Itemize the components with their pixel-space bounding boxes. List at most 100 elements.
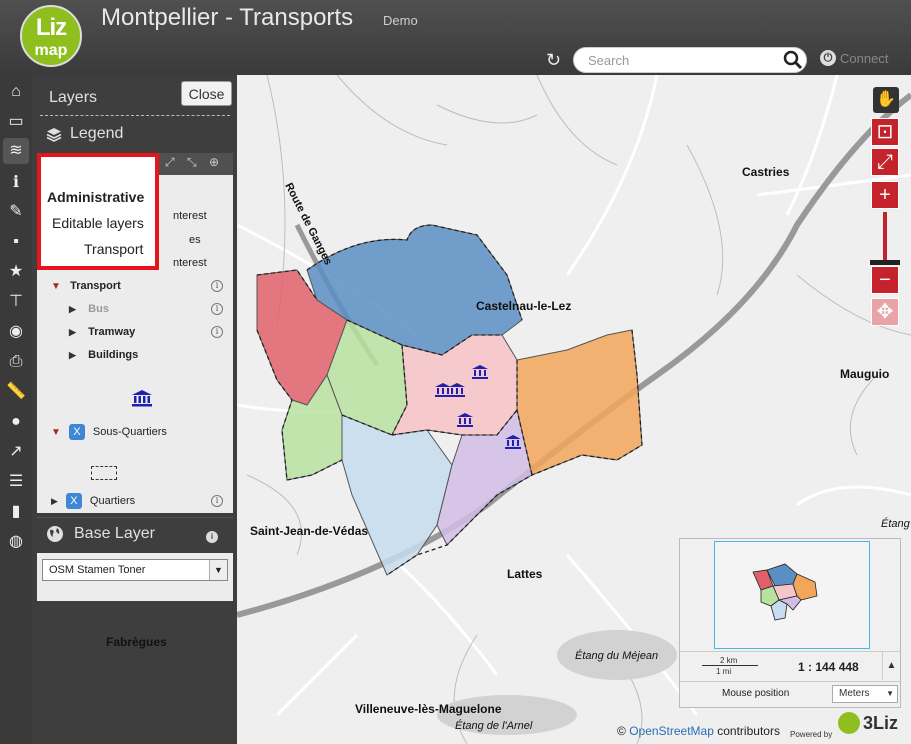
measure-icon[interactable]: 📏	[3, 379, 29, 405]
scale-km: 2 km	[720, 656, 738, 665]
map-label-villeneuve: Villeneuve-lès-Maguelone	[355, 702, 502, 716]
tree-item-partial: nterest	[173, 257, 207, 269]
layer-checkbox[interactable]: X	[68, 424, 85, 440]
zoom-layer-icon[interactable]: ⊕	[209, 155, 219, 169]
tree-label: Sous-Quartiers	[92, 426, 167, 438]
home-icon[interactable]: ⌂	[3, 79, 29, 105]
brand-icon	[838, 712, 860, 734]
caret-right-icon[interactable]: ▶	[51, 496, 58, 507]
caret-right-icon[interactable]: ▶	[69, 304, 76, 314]
tree-group-sous-quartiers[interactable]: ▼ X Sous-Quartiers	[51, 424, 167, 440]
scale-line: 2 km 1 mi 1 : 144 448 ▲	[680, 651, 900, 680]
mouse-position-row: Mouse position Meters ▼	[680, 681, 900, 707]
map-label-etang: Étang	[881, 518, 910, 530]
map-label-lattes: Lattes	[507, 567, 543, 581]
zoom-in-icon[interactable]: +	[871, 181, 899, 209]
globe-icon	[47, 526, 63, 542]
connect-link[interactable]: ⏻ Connect	[820, 50, 888, 66]
building-legend-icon	[132, 390, 152, 407]
base-layer-select[interactable]: OSM Stamen Toner ▼	[42, 559, 228, 581]
close-button[interactable]: Close	[181, 81, 232, 106]
lizmap-logo[interactable]: Liz map	[20, 5, 82, 67]
map-label-castries: Castries	[742, 165, 790, 179]
layers-icon[interactable]: ≋	[3, 138, 29, 164]
dashed-legend-symbol	[91, 466, 117, 480]
star-icon[interactable]: ★	[3, 259, 29, 285]
brand-logo[interactable]: 3Liz	[838, 712, 898, 734]
map-label-etang-mejean: Étang du Méjean	[575, 650, 659, 662]
print-icon[interactable]: ⎙	[3, 349, 29, 375]
caret-right-icon[interactable]: ▶	[69, 350, 76, 360]
scale-bar: 2 km 1 mi	[702, 656, 758, 676]
dropdown-item-transport[interactable]: Transport	[84, 241, 143, 257]
tree-item-tramway[interactable]: ▶ Tramway	[69, 326, 135, 338]
divider	[40, 115, 230, 116]
connect-label: Connect	[840, 50, 889, 66]
caret-right-icon[interactable]: ▶	[69, 327, 76, 337]
zoom-box-icon[interactable]: ⊡	[871, 118, 899, 146]
tree-item-buildings[interactable]: ▶ Buildings	[69, 349, 138, 361]
map-label-etang-arnel: Étang de l'Arnel	[455, 720, 533, 732]
edit-icon[interactable]: ✎	[3, 199, 29, 225]
base-layer-label: Base Layer	[74, 525, 155, 542]
collapse-icon[interactable]: ⤡	[187, 155, 197, 170]
target-icon[interactable]: ◉	[3, 319, 29, 345]
zoom-slider-track[interactable]	[883, 212, 887, 264]
list-icon[interactable]: ☰	[3, 469, 29, 495]
search-box[interactable]	[573, 47, 807, 73]
chart-icon[interactable]: ▮	[3, 499, 29, 525]
signpost-icon[interactable]: ⊤	[3, 289, 29, 315]
overview-map[interactable]	[714, 541, 870, 649]
map-label-castelnau: Castelnau-le-Lez	[476, 299, 572, 313]
refresh-icon[interactable]: ↻	[546, 50, 561, 71]
dropdown-menu: Administrative Editable layers Transport	[42, 179, 154, 263]
comment-icon[interactable]: ▪	[3, 229, 29, 255]
osm-link[interactable]: OpenStreetMap	[629, 724, 714, 738]
pan-icon[interactable]: ✋	[873, 87, 899, 113]
caret-down-icon[interactable]: ▼	[51, 427, 61, 438]
folder-icon[interactable]: ▭	[3, 109, 29, 135]
info-icon[interactable]: i	[206, 531, 218, 543]
tree-label: Bus	[88, 303, 109, 315]
tree-group-transport[interactable]: ▼ Transport	[51, 280, 121, 292]
caret-down-icon[interactable]: ▼	[51, 281, 61, 292]
zoom-extent-icon[interactable]: ⤢	[871, 148, 899, 176]
geolocate-icon[interactable]: ✥	[871, 298, 899, 326]
page-subtitle: Demo	[383, 13, 418, 28]
info-icon[interactable]: i	[3, 169, 29, 195]
base-layer-value: OSM Stamen Toner	[49, 564, 146, 576]
expand-icon[interactable]: ⤢	[165, 155, 175, 170]
tree-label: Tramway	[88, 326, 136, 338]
scale-ratio: 1 : 144 448	[798, 660, 859, 674]
chevron-down-icon[interactable]: ▼	[209, 560, 227, 580]
map-label-mauguio: Mauguio	[840, 367, 890, 381]
chevron-down-icon: ▼	[886, 689, 894, 698]
legend-header[interactable]: Legend	[46, 125, 123, 143]
unit-select[interactable]: Meters ▼	[832, 685, 898, 703]
page-title: Montpellier - Transports	[101, 4, 354, 31]
overview-panel: 2 km 1 mi 1 : 144 448 ▲ Mouse position M…	[679, 538, 901, 708]
logo-text-bottom: map	[34, 42, 68, 59]
globe-icon[interactable]: ◍	[3, 529, 29, 555]
zoom-slider-handle[interactable]	[870, 260, 900, 265]
info-icon[interactable]: i	[211, 303, 223, 315]
base-layer-header[interactable]: Base Layer	[46, 525, 155, 543]
zoom-out-icon[interactable]: −	[871, 266, 899, 294]
search-input[interactable]	[588, 53, 778, 68]
info-icon[interactable]: i	[211, 280, 223, 292]
dropdown-item-administrative[interactable]: Administrative	[47, 189, 144, 205]
dropdown-item-editable-layers[interactable]: Editable layers	[52, 215, 144, 231]
tree-item-bus[interactable]: ▶ Bus	[69, 303, 109, 315]
legend-label: Legend	[70, 125, 124, 142]
share-icon[interactable]: ↗	[3, 439, 29, 465]
info-icon[interactable]: i	[211, 326, 223, 338]
info-icon[interactable]: i	[211, 495, 223, 507]
search-icon[interactable]	[783, 50, 803, 70]
scale-rule	[702, 665, 758, 666]
chat-icon[interactable]: ●	[3, 409, 29, 435]
base-layer-area: OSM Stamen Toner ▼	[37, 553, 233, 601]
tree-label: Buildings	[88, 349, 139, 361]
tree-group-quartiers[interactable]: ▶ X Quartiers	[51, 493, 135, 509]
layer-checkbox[interactable]: X	[65, 493, 82, 509]
overview-toggle-icon[interactable]: ▲	[882, 652, 900, 680]
